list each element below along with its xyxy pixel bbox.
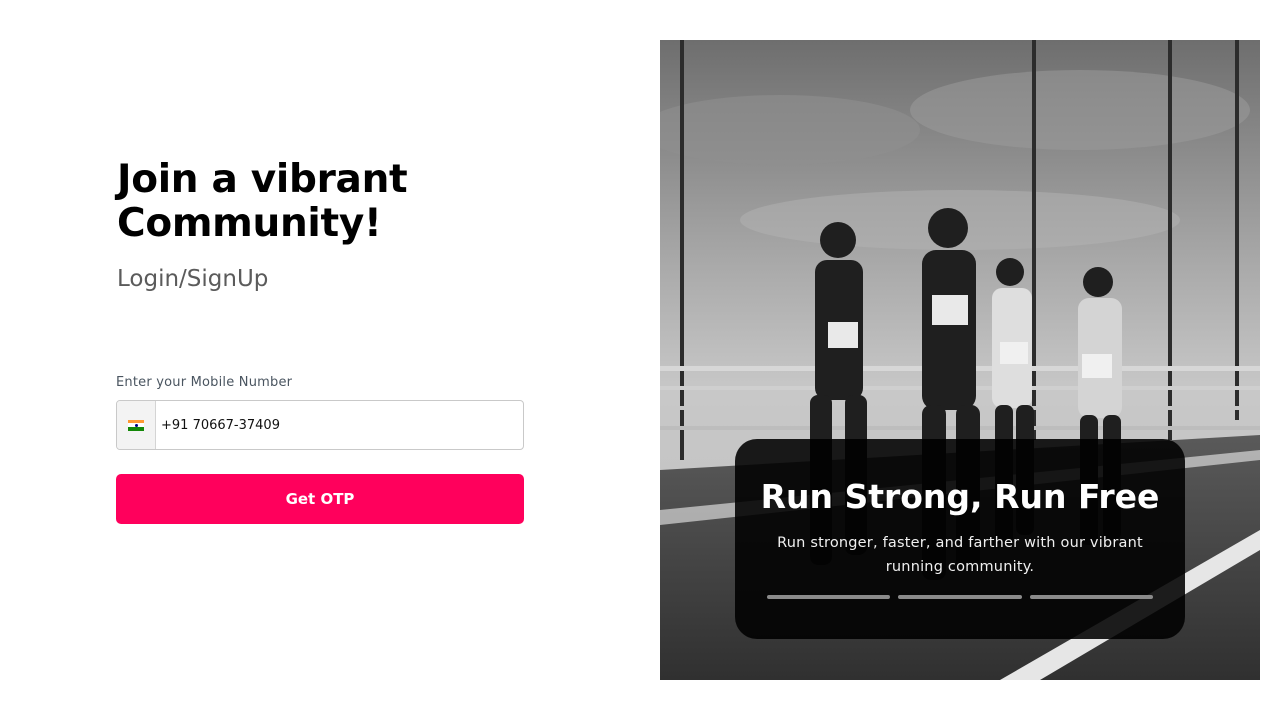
login-panel: Join a vibrant Community! Login/SignUp E… [116, 0, 536, 720]
get-otp-button[interactable]: Get OTP [116, 474, 524, 524]
carousel-indicator-1[interactable] [767, 595, 891, 599]
hero-title: Run Strong, Run Free [760, 477, 1160, 516]
country-selector[interactable] [117, 401, 156, 449]
mobile-number-input[interactable] [156, 401, 523, 449]
page-subtitle: Login/SignUp [117, 266, 269, 292]
hero-card: Run Strong, Run Free Run stronger, faste… [735, 439, 1185, 639]
hero-description: Run stronger, faster, and farther with o… [777, 535, 1143, 575]
india-flag-icon [128, 419, 144, 431]
carousel-indicator-3[interactable] [1029, 595, 1153, 599]
phone-label: Enter your Mobile Number [116, 375, 293, 390]
carousel-indicator-2[interactable] [898, 595, 1022, 599]
hero-panel: Run Strong, Run Free Run stronger, faste… [660, 40, 1260, 680]
phone-field [116, 400, 524, 450]
carousel-indicators [767, 595, 1153, 599]
page-title: Join a vibrant Community! [117, 157, 408, 246]
